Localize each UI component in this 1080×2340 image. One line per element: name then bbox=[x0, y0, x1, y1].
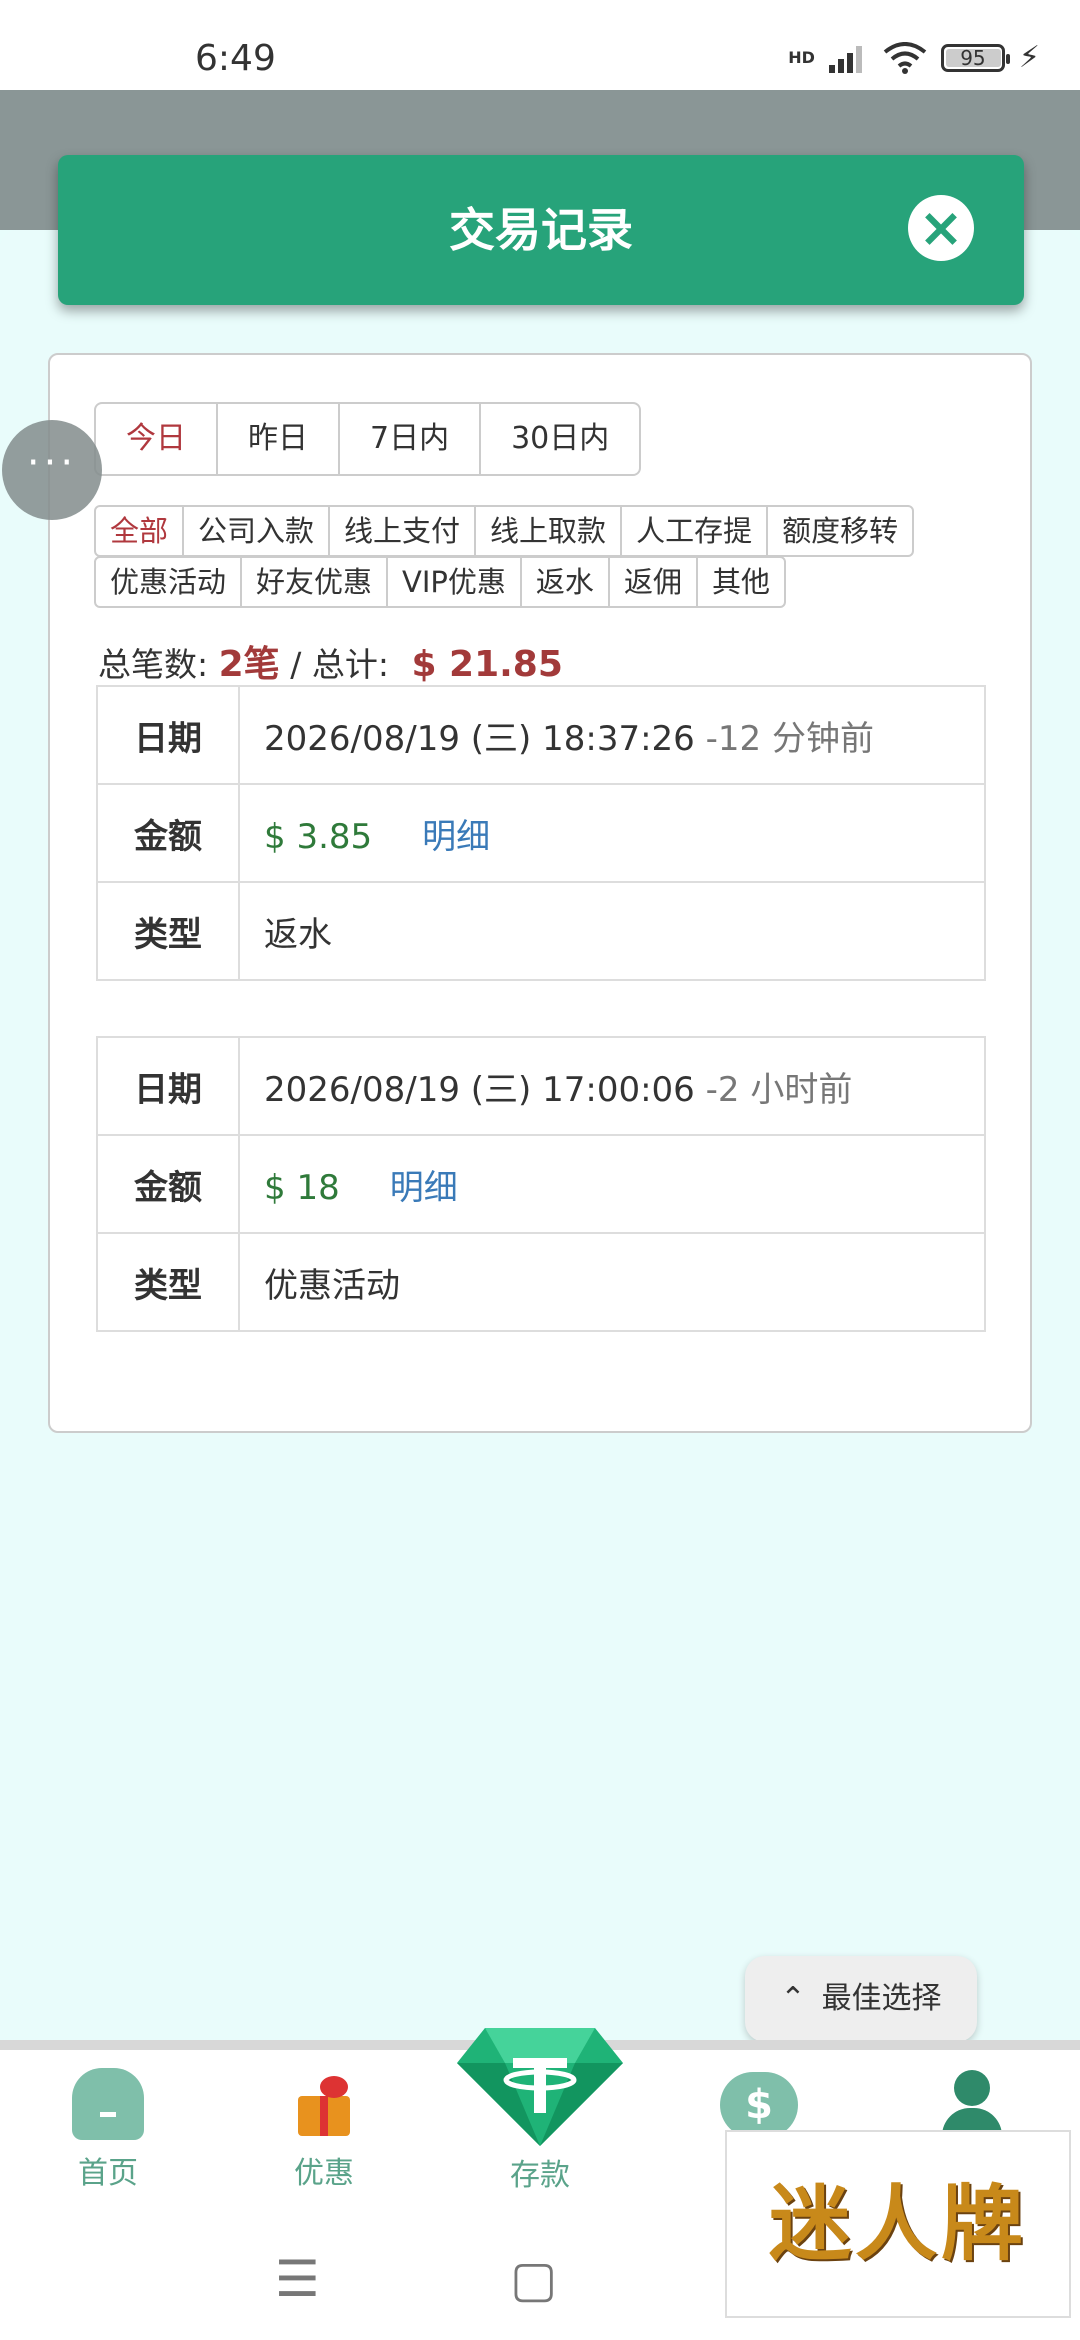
date-cell: 2026/08/19 (三) 17:00:06 -2 小时前 bbox=[238, 1036, 986, 1136]
signal-icon bbox=[828, 45, 862, 73]
table-row: 日期 2026/08/19 (三) 17:00:06 -2 小时前 bbox=[96, 1036, 986, 1136]
detail-link[interactable]: 明细 bbox=[390, 1168, 458, 1208]
type-label: 类型 bbox=[96, 1232, 240, 1332]
money-icon[interactable]: $ bbox=[720, 2072, 798, 2138]
record-table: 日期 2026/08/19 (三) 18:37:26 -12 分钟前 金额 $ … bbox=[96, 685, 986, 981]
record-table: 日期 2026/08/19 (三) 17:00:06 -2 小时前 金额 $ 1… bbox=[96, 1036, 986, 1332]
filter-all[interactable]: 全部 bbox=[96, 507, 182, 555]
record-type: 返水 bbox=[238, 881, 986, 981]
date-label: 日期 bbox=[96, 1036, 240, 1136]
home-icon bbox=[72, 2068, 144, 2140]
type-label: 类型 bbox=[96, 881, 240, 981]
date-tabs: 今日 昨日 7日内 30日内 bbox=[94, 402, 642, 476]
modal-header: 交易记录 × bbox=[58, 155, 1024, 305]
amount-cell: $ 3.85 明细 bbox=[238, 783, 986, 883]
home-square-icon[interactable]: ▢ bbox=[510, 2250, 557, 2308]
filter-rebate[interactable]: 返水 bbox=[519, 558, 608, 606]
nav-promo-label: 优惠 bbox=[294, 2156, 354, 2191]
total-amount: $ 21.85 bbox=[411, 644, 563, 685]
tab-7days[interactable]: 7日内 bbox=[338, 404, 479, 474]
status-time: 6:49 bbox=[195, 38, 276, 79]
user-icon[interactable] bbox=[940, 2070, 1004, 2136]
nav-home[interactable]: 首页 bbox=[28, 2068, 188, 2192]
chevron-up-icon: ⌃ bbox=[780, 1981, 806, 2016]
nav-promo[interactable]: 优惠 bbox=[244, 2068, 404, 2192]
record-amount: $ 3.85 bbox=[264, 816, 373, 857]
diamond-deposit-icon[interactable] bbox=[455, 2018, 625, 2148]
nav-deposit-label[interactable]: 存款 bbox=[455, 2150, 625, 2194]
filter-online-payment[interactable]: 线上支付 bbox=[328, 507, 474, 555]
network-label: HD bbox=[788, 48, 815, 67]
record-date: 2026/08/19 (三) 18:37:26 bbox=[264, 718, 695, 759]
record-ago: -2 小时前 bbox=[705, 1069, 853, 1110]
filter-transfer[interactable]: 额度移转 bbox=[766, 507, 912, 555]
filter-commission[interactable]: 返佣 bbox=[607, 558, 696, 606]
tab-yesterday[interactable]: 昨日 bbox=[216, 404, 338, 474]
filter-other[interactable]: 其他 bbox=[695, 558, 784, 606]
brand-logo-ad[interactable]: 迷人牌 bbox=[725, 2130, 1071, 2318]
page-title: 交易记录 bbox=[449, 203, 633, 257]
filter-row-1: 全部 公司入款 线上支付 线上取款 人工存提 额度移转 bbox=[94, 505, 994, 559]
detail-link[interactable]: 明细 bbox=[422, 817, 490, 857]
gift-icon bbox=[294, 2068, 354, 2138]
filter-online-withdraw[interactable]: 线上取款 bbox=[474, 507, 620, 555]
tab-30days[interactable]: 30日内 bbox=[479, 404, 639, 474]
filter-row-2: 优惠活动 好友优惠 VIP优惠 返水 返佣 其他 bbox=[94, 556, 994, 610]
record-ago: -12 分钟前 bbox=[705, 718, 874, 759]
total-label: 总计: bbox=[311, 645, 389, 684]
filter-vip-bonus[interactable]: VIP优惠 bbox=[386, 558, 520, 606]
charging-icon: ⚡ bbox=[1018, 40, 1040, 75]
amount-label: 金额 bbox=[96, 1134, 240, 1234]
menu-icon[interactable]: ☰ bbox=[275, 2250, 320, 2308]
filter-friend-bonus[interactable]: 好友优惠 bbox=[240, 558, 386, 606]
table-row: 金额 $ 3.85 明细 bbox=[96, 783, 986, 883]
best-choice-label: 最佳选择 bbox=[821, 1981, 942, 2016]
status-icons: HD 95 ⚡ bbox=[788, 40, 1040, 75]
floating-menu-button[interactable]: ··· bbox=[2, 420, 102, 520]
filter-manual[interactable]: 人工存提 bbox=[620, 507, 766, 555]
count-label: 总笔数: bbox=[98, 645, 209, 684]
filter-promotions[interactable]: 优惠活动 bbox=[96, 558, 240, 606]
table-row: 金额 $ 18 明细 bbox=[96, 1134, 986, 1234]
table-row: 类型 返水 bbox=[96, 881, 986, 981]
summary-line: 总笔数: 2笔 / 总计: $ 21.85 bbox=[98, 635, 563, 687]
table-row: 类型 优惠活动 bbox=[96, 1232, 986, 1332]
record-count: 2笔 bbox=[218, 644, 280, 685]
date-label: 日期 bbox=[96, 685, 240, 785]
battery-icon: 95 bbox=[940, 43, 1010, 72]
best-choice-button[interactable]: ⌃ 最佳选择 bbox=[745, 1956, 977, 2042]
nav-home-label: 首页 bbox=[78, 2156, 138, 2191]
tab-today[interactable]: 今日 bbox=[96, 404, 216, 474]
record-type: 优惠活动 bbox=[238, 1232, 986, 1332]
record-amount: $ 18 bbox=[264, 1167, 340, 1208]
filter-company-deposit[interactable]: 公司入款 bbox=[182, 507, 328, 555]
record-date: 2026/08/19 (三) 17:00:06 bbox=[264, 1069, 695, 1110]
summary-separator: / bbox=[290, 645, 302, 684]
table-row: 日期 2026/08/19 (三) 18:37:26 -12 分钟前 bbox=[96, 685, 986, 785]
close-icon[interactable]: × bbox=[908, 195, 974, 261]
amount-label: 金额 bbox=[96, 783, 240, 883]
amount-cell: $ 18 明细 bbox=[238, 1134, 986, 1234]
date-cell: 2026/08/19 (三) 18:37:26 -12 分钟前 bbox=[238, 685, 986, 785]
wifi-icon bbox=[883, 41, 927, 74]
